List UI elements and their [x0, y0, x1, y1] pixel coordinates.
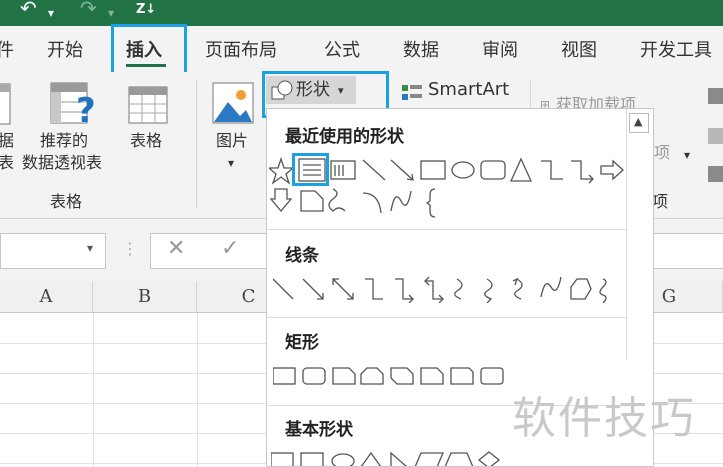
tab-file[interactable]: 件 [0, 36, 14, 62]
drag-handle-icon[interactable]: ⋮ [122, 239, 138, 258]
recommended-pivot-label-2: 数据透视表 [22, 153, 103, 172]
addins-group-label: 项 [652, 192, 669, 211]
undo-dropdown-icon[interactable]: ▾ [48, 6, 54, 20]
tab-review[interactable]: 审阅 [482, 36, 518, 62]
pivot-table-label: 据 [0, 131, 15, 150]
redo-dropdown-icon[interactable]: ▾ [108, 6, 114, 20]
section-recent-shapes: 最近使用的形状 [285, 127, 404, 147]
section-divider [267, 317, 627, 318]
addins-row2-fragment: 项 [654, 143, 671, 162]
lines-row[interactable] [273, 275, 623, 303]
watermark-text: 软件技巧 [512, 393, 696, 444]
undo-icon[interactable]: ↶ [20, 0, 37, 20]
enter-icon[interactable]: ✓ [221, 236, 239, 261]
group-tables-label: 表格 [50, 192, 83, 211]
office-addins-icons[interactable] [706, 84, 723, 194]
grid-line [93, 313, 94, 467]
tab-developer[interactable]: 开发工具 [640, 36, 712, 62]
section-rectangles: 矩形 [285, 333, 319, 353]
smartart-label[interactable]: SmartArt [428, 79, 509, 101]
rectangles-row[interactable] [273, 367, 513, 389]
picture-label[interactable]: 图片 [216, 130, 248, 152]
tab-data[interactable]: 数据 [403, 36, 439, 62]
title-bar: ↶ ▾ ↷ ▾ Z↓ [0, 0, 723, 26]
table-label[interactable]: 表格 [130, 130, 162, 152]
tab-home[interactable]: 开始 [47, 36, 83, 62]
section-lines: 线条 [285, 246, 319, 266]
recommended-pivot-label: 推荐的 [40, 131, 89, 150]
sort-icon[interactable]: Z↓ [136, 2, 156, 17]
redo-icon[interactable]: ↷ [80, 0, 97, 20]
addins-dropdown-icon[interactable]: ▾ [684, 144, 690, 166]
picture-dropdown-icon[interactable]: ▾ [228, 152, 234, 174]
recommended-pivot-icon[interactable]: ? [50, 82, 96, 128]
tab-view[interactable]: 视图 [561, 36, 597, 62]
column-header-b[interactable]: B [93, 281, 197, 313]
table-icon[interactable] [128, 86, 168, 126]
ribbon-tabs: 件 开始 插入 页面布局 公式 数据 审阅 视图 开发工具 [0, 26, 723, 72]
grid-line [197, 313, 198, 467]
scroll-up-icon: ▲ [634, 115, 643, 128]
tab-page-layout[interactable]: 页面布局 [205, 36, 277, 62]
smartart-icon[interactable] [400, 82, 424, 104]
section-divider [267, 229, 627, 230]
name-box[interactable]: ▾ [0, 233, 106, 269]
section-basic-shapes: 基本形状 [285, 420, 353, 440]
pivot-table-label-2: 表 [0, 153, 15, 172]
svg-text:?: ? [76, 91, 96, 128]
column-header-a[interactable]: A [0, 281, 93, 313]
pivot-table-icon[interactable] [0, 82, 12, 126]
group-separator [196, 80, 197, 208]
cancel-icon[interactable]: ✕ [167, 236, 185, 261]
tab-formulas[interactable]: 公式 [324, 36, 360, 62]
scroll-up-button[interactable]: ▲ [629, 113, 649, 133]
name-box-dropdown-icon[interactable]: ▾ [87, 241, 93, 255]
basic-shapes-row[interactable] [271, 451, 511, 467]
textbox-shape-highlight [292, 153, 329, 186]
shapes-scrollbar[interactable]: ▲ [626, 109, 653, 359]
picture-icon[interactable] [212, 82, 256, 126]
